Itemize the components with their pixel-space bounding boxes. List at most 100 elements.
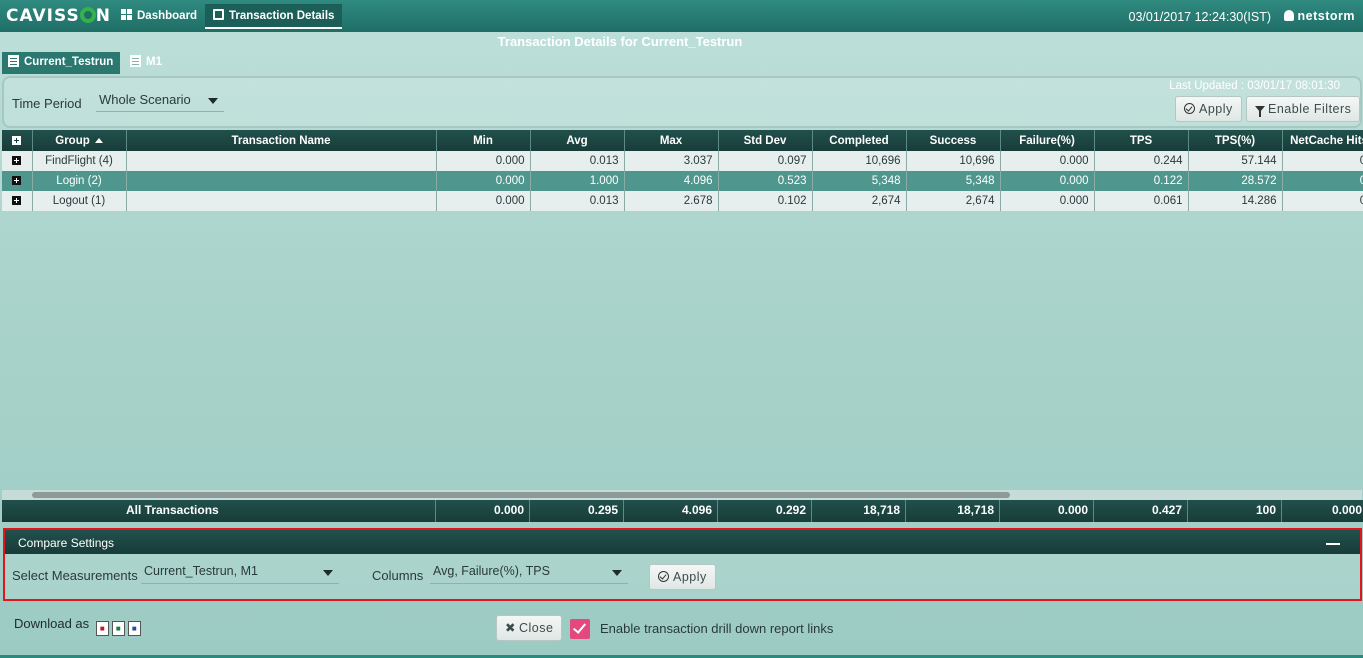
expand-row-button[interactable] bbox=[2, 151, 33, 171]
column-header-completed[interactable]: Completed bbox=[812, 130, 907, 151]
cell-tps-pct: 28.572 bbox=[1188, 171, 1283, 191]
filter-panel: Time Period Whole Scenario Last Updated … bbox=[2, 76, 1362, 128]
close-icon: ✖ bbox=[505, 621, 516, 635]
select-measurements-label: Select Measurements bbox=[12, 568, 138, 583]
cell-group[interactable]: Login (2) bbox=[32, 171, 127, 191]
column-header-min[interactable]: Min bbox=[436, 130, 531, 151]
cell-min: 0.000 bbox=[436, 151, 531, 171]
scrollbar-thumb[interactable] bbox=[32, 492, 1010, 498]
tab-m1[interactable]: M1 bbox=[124, 52, 168, 74]
enable-filters-button[interactable]: Enable Filters bbox=[1246, 96, 1361, 122]
cell-success: 10,696 bbox=[906, 151, 1001, 171]
totals-row: All Transactions 0.000 0.295 4.096 0.292… bbox=[2, 500, 1363, 522]
document-icon bbox=[130, 55, 141, 67]
cell-std-dev: 0.523 bbox=[718, 171, 813, 191]
total-tps: 0.427 bbox=[1094, 500, 1188, 522]
check-circle-icon bbox=[1184, 103, 1195, 114]
table-row-selected[interactable]: Login (2) 0.000 1.000 4.096 0.523 5,348 … bbox=[2, 171, 1363, 191]
column-header-transaction-name[interactable]: Transaction Name bbox=[126, 130, 437, 151]
current-datetime: 03/01/2017 12:24:30(IST) bbox=[1128, 10, 1271, 24]
total-success: 18,718 bbox=[906, 500, 1000, 522]
cell-completed: 10,696 bbox=[812, 151, 907, 171]
cell-tps: 0.061 bbox=[1094, 191, 1189, 211]
expand-icon bbox=[12, 196, 22, 205]
cell-avg: 1.000 bbox=[530, 171, 625, 191]
drilldown-checkbox[interactable] bbox=[570, 619, 590, 639]
cell-transaction-name bbox=[126, 171, 437, 191]
column-header-std-dev[interactable]: Std Dev bbox=[718, 130, 813, 151]
cell-min: 0.000 bbox=[436, 191, 531, 211]
expand-all-header[interactable] bbox=[2, 130, 33, 151]
expand-row-button[interactable] bbox=[2, 171, 33, 191]
cell-completed: 2,674 bbox=[812, 191, 907, 211]
time-period-select[interactable]: Whole Scenario bbox=[96, 88, 224, 112]
drilldown-label: Enable transaction drill down report lin… bbox=[600, 621, 834, 636]
expand-row-button[interactable] bbox=[2, 191, 33, 211]
table-row[interactable]: FindFlight (4) 0.000 0.013 3.037 0.097 1… bbox=[2, 151, 1363, 171]
column-header-avg[interactable]: Avg bbox=[530, 130, 625, 151]
caret-down-icon bbox=[208, 98, 218, 104]
caret-down-icon bbox=[323, 570, 333, 576]
total-min: 0.000 bbox=[436, 500, 530, 522]
compare-apply-button[interactable]: Apply bbox=[649, 564, 716, 590]
table-row[interactable]: Logout (1) 0.000 0.013 2.678 0.102 2,674… bbox=[2, 191, 1363, 211]
cell-transaction-name bbox=[126, 151, 437, 171]
cell-transaction-name bbox=[126, 191, 437, 211]
cell-failure: 0.000 bbox=[1000, 151, 1095, 171]
column-header-max[interactable]: Max bbox=[624, 130, 719, 151]
word-icon[interactable]: ■ bbox=[127, 621, 141, 636]
cell-group[interactable]: Logout (1) bbox=[32, 191, 127, 211]
column-header-group[interactable]: Group bbox=[32, 130, 127, 151]
cell-tps: 0.244 bbox=[1094, 151, 1189, 171]
check-circle-icon bbox=[658, 571, 669, 582]
total-max: 4.096 bbox=[624, 500, 718, 522]
filter-icon bbox=[1255, 106, 1265, 117]
cell-group[interactable]: FindFlight (4) bbox=[32, 151, 127, 171]
column-header-success[interactable]: Success bbox=[906, 130, 1001, 151]
column-header-failure[interactable]: Failure(%) bbox=[1000, 130, 1095, 151]
column-header-tps-pct[interactable]: TPS(%) bbox=[1188, 130, 1283, 151]
horizontal-scrollbar[interactable] bbox=[2, 490, 1362, 500]
document-icon bbox=[8, 55, 19, 67]
user-icon bbox=[1283, 10, 1294, 21]
user-menu[interactable]: netstorm bbox=[1283, 9, 1355, 23]
apply-button[interactable]: Apply bbox=[1175, 96, 1242, 122]
dashboard-grid-icon bbox=[121, 9, 132, 20]
column-header-tps[interactable]: TPS bbox=[1094, 130, 1189, 151]
select-measurements-dropdown[interactable]: Current_Testrun, M1 bbox=[141, 560, 339, 584]
total-tps-pct: 100 bbox=[1188, 500, 1282, 522]
cell-tps: 0.122 bbox=[1094, 171, 1189, 191]
top-header: CAVISS N Dashboard Transaction Details 03… bbox=[0, 0, 1363, 32]
logo-circle-icon bbox=[79, 7, 96, 23]
column-header-netcache-hits[interactable]: NetCache Hits(%) bbox=[1282, 130, 1363, 151]
expand-all-icon bbox=[12, 135, 22, 145]
cell-max: 2.678 bbox=[624, 191, 719, 211]
tab-current-testrun[interactable]: Current_Testrun bbox=[2, 52, 120, 74]
cell-success: 2,674 bbox=[906, 191, 1001, 211]
expand-icon bbox=[12, 156, 22, 165]
cell-tps-pct: 14.286 bbox=[1188, 191, 1283, 211]
cell-netcache: 0.000 bbox=[1282, 191, 1363, 211]
message-icon bbox=[213, 9, 224, 20]
cell-netcache: 0.000 bbox=[1282, 171, 1363, 191]
close-button[interactable]: ✖ Close bbox=[496, 615, 563, 641]
totals-label: All Transactions bbox=[126, 500, 436, 522]
total-std-dev: 0.292 bbox=[718, 500, 812, 522]
cell-max: 3.037 bbox=[624, 151, 719, 171]
columns-dropdown[interactable]: Avg, Failure(%), TPS bbox=[430, 560, 628, 584]
cell-tps-pct: 57.144 bbox=[1188, 151, 1283, 171]
pdf-icon[interactable]: ■ bbox=[95, 621, 109, 636]
minimize-icon[interactable] bbox=[1326, 543, 1340, 545]
total-completed: 18,718 bbox=[812, 500, 906, 522]
caret-down-icon bbox=[612, 570, 622, 576]
tab-transaction-details[interactable]: Transaction Details bbox=[205, 4, 343, 29]
total-failure: 0.000 bbox=[1000, 500, 1094, 522]
cell-success: 5,348 bbox=[906, 171, 1001, 191]
cell-std-dev: 0.097 bbox=[718, 151, 813, 171]
total-avg: 0.295 bbox=[530, 500, 624, 522]
excel-icon[interactable]: ■ bbox=[111, 621, 125, 636]
tab-dashboard[interactable]: Dashboard bbox=[113, 4, 205, 29]
cell-avg: 0.013 bbox=[530, 151, 625, 171]
cavisson-logo[interactable]: CAVISS N bbox=[6, 6, 111, 26]
cell-avg: 0.013 bbox=[530, 191, 625, 211]
